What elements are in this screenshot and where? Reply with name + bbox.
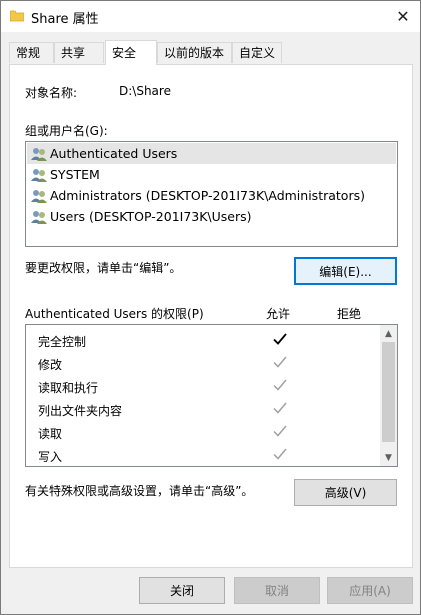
users-group-icon [31,147,47,161]
group-item-users[interactable]: Users (DESKTOP-201I73K\Users) [27,206,396,227]
permission-row-list-folder: 列出文件夹内容 [26,398,382,420]
properties-window: Share 属性 ✕ 常规 共享 安全 以前的版本 自定义 对象名称: D:\S… [0,0,421,615]
group-user-list[interactable]: Authenticated Users SYSTEM Administrator… [25,141,398,247]
users-group-icon [31,168,47,182]
edit-button[interactable]: 编辑(E)... [294,257,397,285]
check-icon [273,356,287,368]
tab-security[interactable]: 安全 [105,40,157,65]
scrollbar-thumb[interactable] [382,342,395,442]
users-group-icon [31,189,47,203]
permission-row-full-control: 完全控制 [26,329,382,351]
permissions-header: Authenticated Users 的权限(P) [25,307,204,321]
permission-row-write: 写入 [26,444,382,466]
cancel-button[interactable]: 取消 [234,577,320,604]
apply-button[interactable]: 应用(A) [327,577,413,604]
allow-column-header: 允许 [266,307,291,321]
tab-previous-versions[interactable]: 以前的版本 [157,42,232,63]
users-group-icon [31,210,47,224]
check-icon [273,402,287,414]
permission-row-read-execute: 读取和执行 [26,375,382,397]
permissions-list[interactable]: 完全控制 修改 读取和执行 列出文件夹内容 读取 写入 ▲ ▼ [25,324,398,467]
check-icon [273,333,287,345]
group-item-administrators[interactable]: Administrators (DESKTOP-201I73K\Administ… [27,185,396,206]
deny-column-header: 拒绝 [337,307,362,321]
permission-row-modify: 修改 [26,352,382,374]
tab-customize[interactable]: 自定义 [232,42,282,63]
check-icon [273,448,287,460]
folder-icon [10,10,24,22]
scroll-down-arrow-icon[interactable]: ▼ [380,449,397,466]
permissions-scrollbar[interactable]: ▲ ▼ [380,325,397,466]
window-title: Share 属性 [31,12,99,27]
permission-row-read: 读取 [26,421,382,443]
tab-general[interactable]: 常规 [9,42,54,63]
advanced-button[interactable]: 高级(V) [294,479,397,506]
close-window-button[interactable]: ✕ [388,1,418,31]
advanced-hint: 有关特殊权限或高级设置，请单击“高级”。 [25,484,254,498]
check-icon [273,379,287,391]
group-item-system[interactable]: SYSTEM [27,164,396,185]
check-icon [273,425,287,437]
object-name-label: 对象名称: [25,86,78,100]
tab-sharing[interactable]: 共享 [54,42,104,63]
group-item-authenticated-users[interactable]: Authenticated Users [27,143,396,164]
group-list-label: 组或用户名(G): [25,124,108,138]
edit-hint: 要更改权限，请单击“编辑”。 [25,261,182,275]
object-name-value: D:\Share [119,84,171,98]
scroll-up-arrow-icon[interactable]: ▲ [380,325,397,342]
close-button[interactable]: 关闭 [139,577,225,604]
close-icon: ✕ [396,6,410,26]
title-bar[interactable]: Share 属性 ✕ [1,1,420,32]
